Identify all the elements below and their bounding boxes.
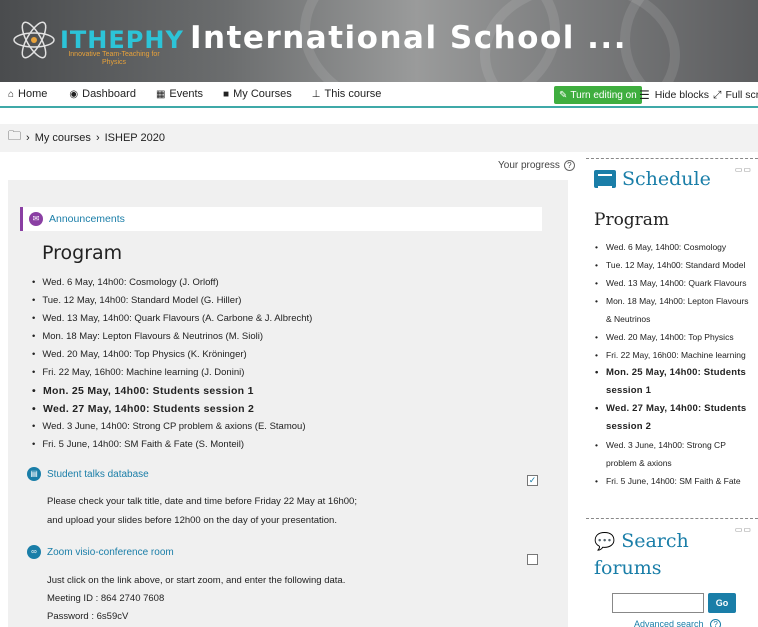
advanced-search-label: Advanced search (634, 619, 704, 627)
zoom-meeting-id: Meeting ID : 864 2740 7608 (47, 593, 165, 604)
zoom-text-1: Just click on the link above, or start z… (47, 575, 346, 586)
nav-events[interactable]: ▦ Events (148, 88, 211, 100)
edit-icon: ✎ (559, 89, 568, 101)
student-talks-activity[interactable]: ▤ Student talks database (27, 467, 149, 481)
sitemap-icon: ⊥ (311, 88, 321, 100)
schedule-item: Wed. 13 May, 14h00: Quark Flavours (594, 274, 754, 292)
program-item: Wed. 13 May, 14h00: Quark Flavours (A. C… (32, 310, 312, 328)
help-icon[interactable]: ? (563, 160, 575, 171)
logo-subtitle: Innovative Team-Teaching for Physics (68, 51, 160, 66)
student-talks-link[interactable]: Student talks database (47, 469, 149, 480)
schedule-heading: Schedule (594, 168, 711, 190)
your-progress-label: Your progress (498, 160, 560, 171)
database-icon: ▤ (27, 467, 41, 481)
schedule-list: Wed. 6 May, 14h00: CosmologyTue. 12 May,… (594, 238, 754, 490)
program-item: Wed. 27 May, 14h00: Students session 2 (32, 400, 312, 418)
announcements-activity[interactable]: ✉ Announcements (20, 207, 542, 231)
link-icon: ∞ (27, 545, 41, 559)
program-list: Wed. 6 May, 14h00: Cosmology (J. Orloff)… (32, 274, 312, 454)
full-screen-label: Full screen (725, 89, 758, 101)
zoom-activity[interactable]: ∞ Zoom visio-conference room (27, 545, 174, 559)
hide-blocks-label: Hide blocks (654, 89, 710, 101)
program-item: Tue. 12 May, 14h00: Standard Model (G. H… (32, 292, 312, 310)
schedule-item: Wed. 20 May, 14h00: Top Physics (594, 328, 754, 346)
schedule-program-heading: Program (594, 210, 670, 230)
schedule-item: Mon. 18 May, 14h00: Lepton Flavours & Ne… (594, 292, 754, 328)
hide-blocks-button[interactable]: ☰ Hide blocks (634, 88, 709, 102)
search-forums-icon: 💬 (594, 532, 616, 552)
zoom-link[interactable]: Zoom visio-conference room (47, 547, 174, 558)
nav-my-courses[interactable]: ■ My Courses (215, 88, 300, 100)
nav-events-label: Events (169, 88, 204, 100)
block-controls-icon[interactable]: ▭▭ (735, 525, 752, 534)
schedule-item: Wed. 27 May, 14h00: Students session 2 (594, 400, 754, 436)
program-item: Fri. 22 May, 16h00: Machine learning (J.… (32, 364, 312, 382)
nav-this-course-label: This course (324, 88, 382, 100)
home-icon: ⌂ (8, 88, 15, 100)
nav-home-label: Home (18, 88, 48, 100)
nav-this-course[interactable]: ⊥ This course (304, 88, 390, 100)
full-screen-button[interactable]: ⤢ Full screen (713, 89, 758, 102)
forum-icon: ✉ (29, 212, 43, 226)
site-title: International School ... (190, 20, 627, 56)
breadcrumb-separator: › (26, 132, 30, 144)
completion-checkbox-talks[interactable]: ✓ (527, 475, 538, 486)
help-icon[interactable]: ? (710, 619, 722, 627)
search-forums-input[interactable] (612, 593, 704, 613)
schedule-icon (594, 170, 616, 188)
folder-icon: 🗀 (8, 128, 22, 143)
your-progress: Your progress ? (498, 160, 575, 171)
expand-icon: ⤢ (713, 88, 722, 101)
go-button[interactable]: Go (708, 593, 736, 613)
turn-editing-on-label: Turn editing on (570, 89, 637, 101)
right-nav: ☰ Hide blocks ⤢ Full screen (634, 86, 758, 104)
briefcase-icon: ■ (223, 88, 230, 100)
zoom-password: Password : 6s59cV (47, 611, 129, 622)
program-item: Mon. 18 May: Lepton Flavours & Neutrinos… (32, 328, 312, 346)
breadcrumb-my-courses[interactable]: My courses (35, 132, 91, 144)
schedule-item: Wed. 6 May, 14h00: Cosmology (594, 238, 754, 256)
breadcrumb-course[interactable]: ISHEP 2020 (105, 132, 165, 144)
schedule-item: Fri. 22 May, 16h00: Machine learning (594, 346, 754, 364)
nav-dashboard-label: Dashboard (82, 88, 136, 100)
program-item: Mon. 25 May, 14h00: Students session 1 (32, 382, 312, 400)
program-item: Fri. 5 June, 14h00: SM Faith & Fate (S. … (32, 436, 312, 454)
program-item: Wed. 6 May, 14h00: Cosmology (J. Orloff) (32, 274, 312, 292)
nav-dashboard[interactable]: ◉ Dashboard (61, 88, 144, 100)
nav-my-courses-label: My Courses (233, 88, 292, 100)
list-icon: ☰ (639, 88, 650, 102)
schedule-item: Mon. 25 May, 14h00: Students session 1 (594, 364, 754, 400)
dashboard-icon: ◉ (69, 88, 79, 100)
student-talks-text-1: Please check your talk title, date and t… (47, 496, 357, 507)
schedule-item: Fri. 5 June, 14h00: SM Faith & Fate (594, 472, 754, 490)
calendar-icon: ▦ (155, 88, 166, 100)
schedule-title: Schedule (622, 168, 711, 190)
student-talks-text-2: and upload your slides before 12h00 on t… (47, 515, 337, 526)
nav-home[interactable]: ⌂ Home (0, 88, 55, 100)
breadcrumb: 🗀 › My courses › ISHEP 2020 (0, 124, 758, 152)
atom-logo-icon (13, 21, 55, 59)
completion-checkbox-zoom[interactable] (527, 554, 538, 565)
schedule-item: Wed. 3 June, 14h00: Strong CP problem & … (594, 436, 754, 472)
header-banner: ITHEPHY Innovative Team-Teaching for Phy… (0, 0, 758, 82)
turn-editing-on-button[interactable]: ✎ Turn editing on (554, 86, 642, 104)
program-heading: Program (42, 242, 123, 264)
announcements-link[interactable]: Announcements (49, 213, 125, 225)
block-controls-icon[interactable]: ▭▭ (735, 165, 752, 174)
schedule-item: Tue. 12 May, 14h00: Standard Model (594, 256, 754, 274)
program-item: Wed. 3 June, 14h00: Strong CP problem & … (32, 418, 312, 436)
breadcrumb-separator: › (95, 132, 100, 144)
advanced-search-link[interactable]: Advanced search ? (634, 619, 722, 627)
program-item: Wed. 20 May, 14h00: Top Physics (K. Krön… (32, 346, 312, 364)
logo-text[interactable]: ITHEPHY (60, 26, 184, 54)
search-forums-heading: 💬 Search forums (594, 528, 734, 581)
